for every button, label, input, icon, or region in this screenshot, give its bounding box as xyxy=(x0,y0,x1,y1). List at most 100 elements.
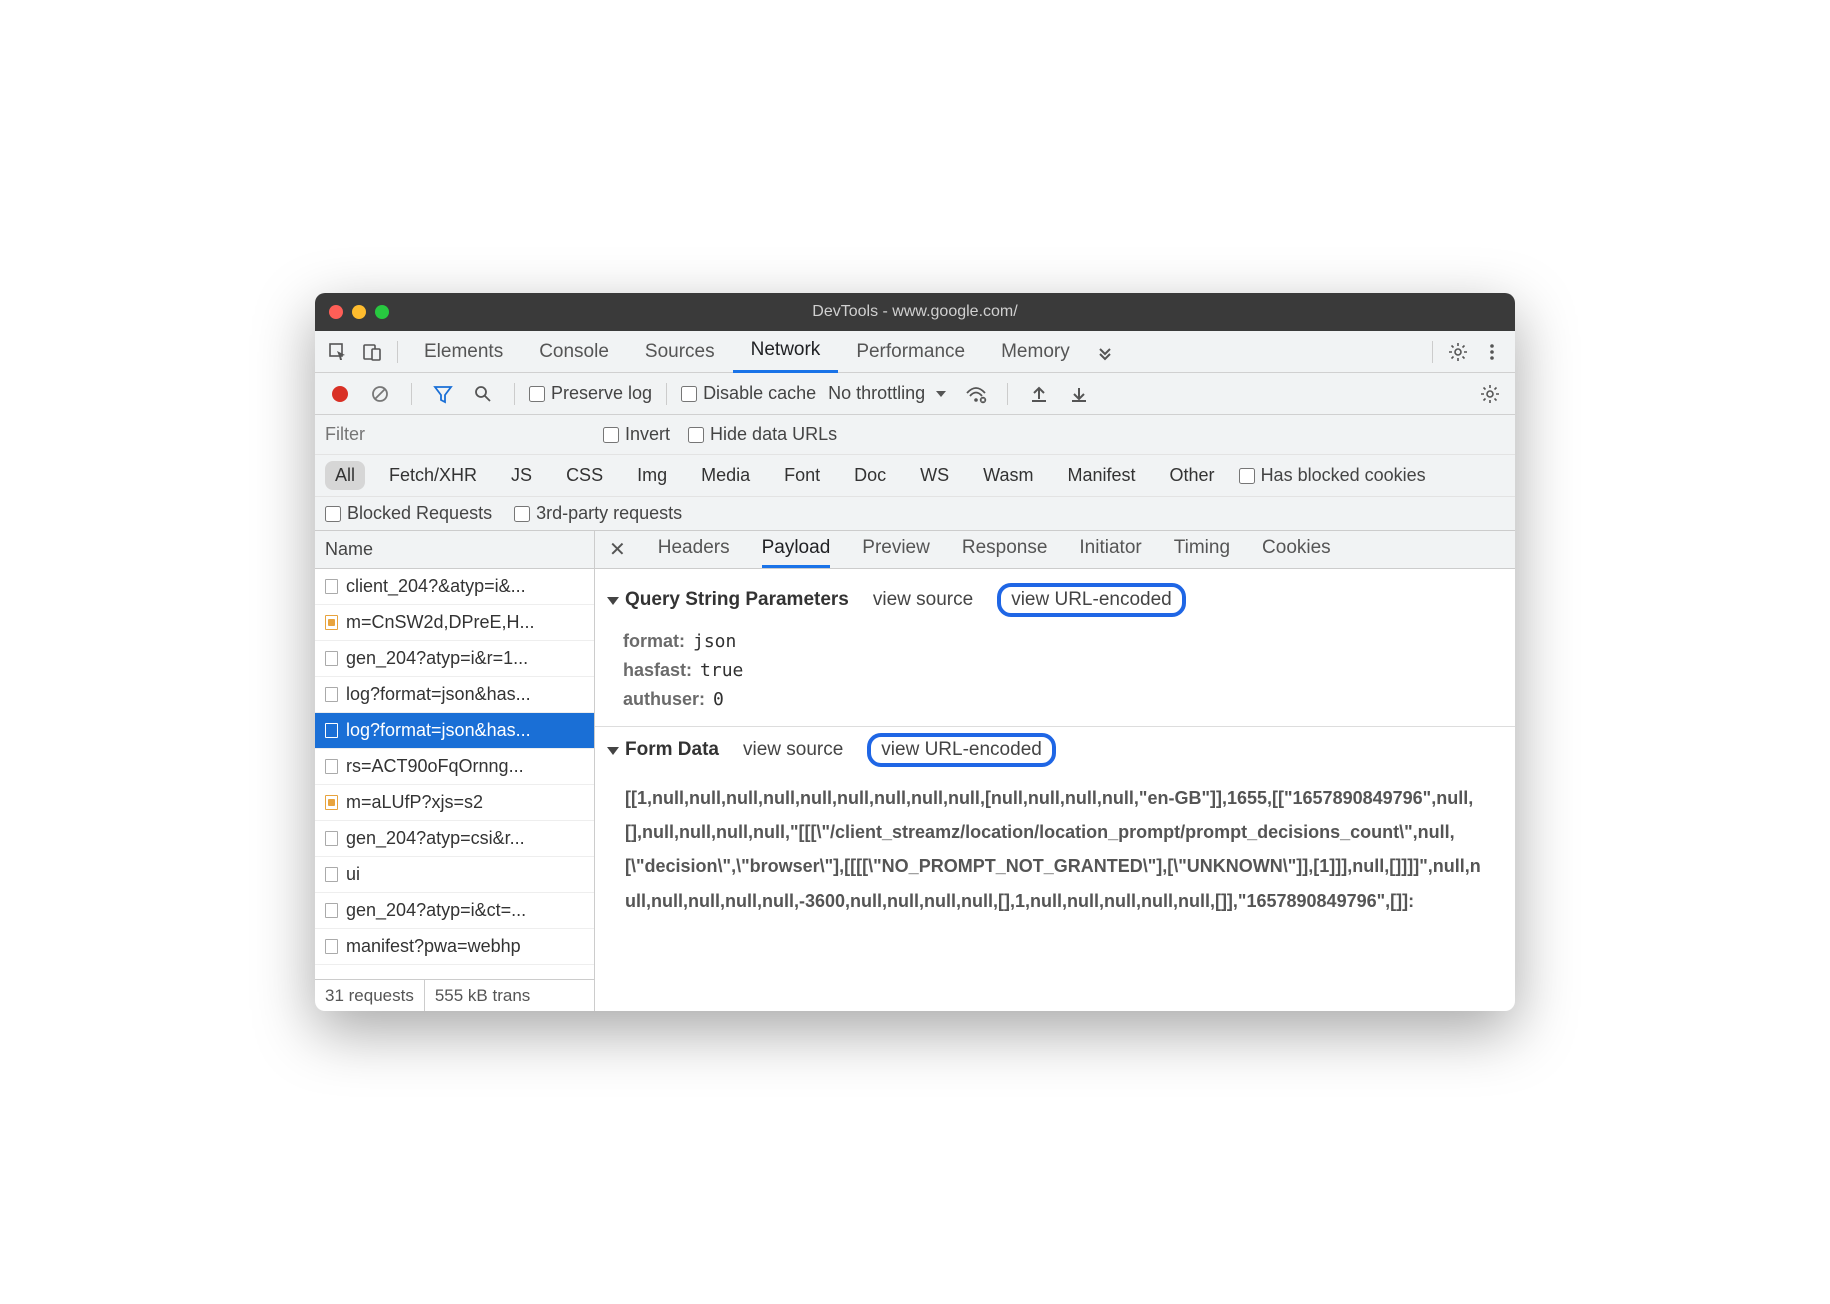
view-encoded-label: view URL-encoded xyxy=(881,739,1042,760)
type-filter-media[interactable]: Media xyxy=(691,461,760,490)
blocked-requests-checkbox[interactable]: Blocked Requests xyxy=(325,503,492,524)
request-row[interactable]: m=aLUfP?xjs=s2 xyxy=(315,785,594,821)
separator xyxy=(666,383,667,405)
devtools-window: DevTools - www.google.com/ ElementsConso… xyxy=(315,293,1515,1011)
status-bar: 31 requests 555 kB trans xyxy=(315,979,594,1011)
request-name: client_204?&atyp=i&... xyxy=(346,576,526,597)
separator xyxy=(397,341,398,363)
network-conditions-icon[interactable] xyxy=(959,377,993,411)
expand-toggle[interactable]: Form Data xyxy=(607,739,719,761)
param-row: authuser:0 xyxy=(623,685,1487,714)
filter-input[interactable] xyxy=(325,424,585,445)
tab-console[interactable]: Console xyxy=(521,331,627,373)
disable-cache-checkbox[interactable]: Disable cache xyxy=(681,383,816,404)
param-row: hasfast:true xyxy=(623,656,1487,685)
detail-panel: ✕ Headers Payload Preview Response Initiator… xyxy=(595,531,1515,1011)
detail-tab-cookies[interactable]: Cookies xyxy=(1262,531,1331,568)
type-filter-font[interactable]: Font xyxy=(774,461,830,490)
status-transferred: 555 kB trans xyxy=(425,980,540,1011)
type-filter-wasm[interactable]: Wasm xyxy=(973,461,1043,490)
param-value: json xyxy=(693,631,736,652)
search-icon[interactable] xyxy=(466,377,500,411)
request-row[interactable]: m=CnSW2d,DPreE,H... xyxy=(315,605,594,641)
type-filter-doc[interactable]: Doc xyxy=(844,461,896,490)
panel-settings-icon[interactable] xyxy=(1473,377,1507,411)
detail-tab-payload[interactable]: Payload xyxy=(762,531,831,568)
param-key: hasfast: xyxy=(623,660,692,681)
detail-tab-timing[interactable]: Timing xyxy=(1174,531,1230,568)
document-file-icon xyxy=(325,759,338,774)
settings-icon[interactable] xyxy=(1441,335,1475,369)
script-file-icon xyxy=(325,795,338,810)
type-filter-ws[interactable]: WS xyxy=(910,461,959,490)
document-file-icon xyxy=(325,723,338,738)
request-name: m=aLUfP?xjs=s2 xyxy=(346,792,483,813)
tab-sources[interactable]: Sources xyxy=(627,331,733,373)
device-toggle-icon[interactable] xyxy=(355,335,389,369)
view-source-link[interactable]: view source xyxy=(743,739,843,761)
request-row[interactable]: gen_204?atyp=csi&r... xyxy=(315,821,594,857)
type-filter-fetchxhr[interactable]: Fetch/XHR xyxy=(379,461,487,490)
view-url-encoded-link[interactable]: view URL-encoded xyxy=(867,733,1056,767)
expand-toggle[interactable]: Query String Parameters xyxy=(607,589,849,611)
window-title: DevTools - www.google.com/ xyxy=(315,303,1515,321)
close-window-button[interactable] xyxy=(329,305,343,319)
query-params-body: format:jsonhasfast:trueauthuser:0 xyxy=(595,623,1515,727)
maximize-window-button[interactable] xyxy=(375,305,389,319)
kebab-menu-icon[interactable] xyxy=(1475,335,1509,369)
request-list: client_204?&atyp=i&... m=CnSW2d,DPreE,H..… xyxy=(315,569,594,979)
hide-data-urls-checkbox[interactable]: Hide data URLs xyxy=(688,424,837,445)
download-icon[interactable] xyxy=(1062,377,1096,411)
type-filter-css[interactable]: CSS xyxy=(556,461,613,490)
request-row[interactable]: gen_204?atyp=i&r=1... xyxy=(315,641,594,677)
more-tabs-icon[interactable] xyxy=(1088,335,1122,369)
request-row[interactable]: log?format=json&has... xyxy=(315,713,594,749)
query-params-header: Query String Parameters view source view… xyxy=(595,577,1515,623)
third-party-checkbox[interactable]: 3rd-party requests xyxy=(514,503,682,524)
document-file-icon xyxy=(325,831,338,846)
clear-icon[interactable] xyxy=(363,377,397,411)
detail-tab-preview[interactable]: Preview xyxy=(862,531,930,568)
request-name: log?format=json&has... xyxy=(346,720,531,741)
detail-tab-initiator[interactable]: Initiator xyxy=(1079,531,1141,568)
upload-icon[interactable] xyxy=(1022,377,1056,411)
type-filter-all[interactable]: All xyxy=(325,461,365,490)
tab-elements[interactable]: Elements xyxy=(406,331,521,373)
type-filter-manifest[interactable]: Manifest xyxy=(1058,461,1146,490)
document-file-icon xyxy=(325,579,338,594)
record-button[interactable] xyxy=(323,377,357,411)
request-row[interactable]: ui xyxy=(315,857,594,893)
document-file-icon xyxy=(325,903,338,918)
inspect-icon[interactable] xyxy=(321,335,355,369)
has-blocked-cookies-checkbox[interactable]: Has blocked cookies xyxy=(1239,465,1426,486)
query-section-title: Query String Parameters xyxy=(625,589,849,610)
request-row[interactable]: log?format=json&has... xyxy=(315,677,594,713)
request-row[interactable]: rs=ACT90oFqOrnng... xyxy=(315,749,594,785)
request-row[interactable]: client_204?&atyp=i&... xyxy=(315,569,594,605)
detail-tab-headers[interactable]: Headers xyxy=(658,531,730,568)
type-filter-other[interactable]: Other xyxy=(1160,461,1225,490)
param-value: 0 xyxy=(713,689,724,710)
invert-checkbox[interactable]: Invert xyxy=(603,424,670,445)
detail-tab-response[interactable]: Response xyxy=(962,531,1048,568)
request-row[interactable]: gen_204?atyp=i&ct=... xyxy=(315,893,594,929)
request-sidebar: Name client_204?&atyp=i&... m=CnSW2d,DPre… xyxy=(315,531,595,1011)
request-name: rs=ACT90oFqOrnng... xyxy=(346,756,524,777)
tab-performance[interactable]: Performance xyxy=(838,331,983,373)
blocked-requests-label: Blocked Requests xyxy=(347,503,492,524)
filter-icon[interactable] xyxy=(426,377,460,411)
type-filter-img[interactable]: Img xyxy=(627,461,677,490)
view-url-encoded-link[interactable]: view URL-encoded xyxy=(997,583,1186,617)
view-source-link[interactable]: view source xyxy=(873,589,973,611)
third-party-label: 3rd-party requests xyxy=(536,503,682,524)
tab-memory[interactable]: Memory xyxy=(983,331,1088,373)
preserve-log-checkbox[interactable]: Preserve log xyxy=(529,383,652,404)
name-column-header[interactable]: Name xyxy=(315,531,594,569)
throttling-select[interactable]: No throttling xyxy=(822,383,953,404)
tab-network[interactable]: Network xyxy=(733,331,839,373)
close-detail-icon[interactable]: ✕ xyxy=(605,537,630,562)
request-row[interactable]: manifest?pwa=webhp xyxy=(315,929,594,965)
minimize-window-button[interactable] xyxy=(352,305,366,319)
type-filter-js[interactable]: JS xyxy=(501,461,542,490)
request-name: manifest?pwa=webhp xyxy=(346,936,521,957)
